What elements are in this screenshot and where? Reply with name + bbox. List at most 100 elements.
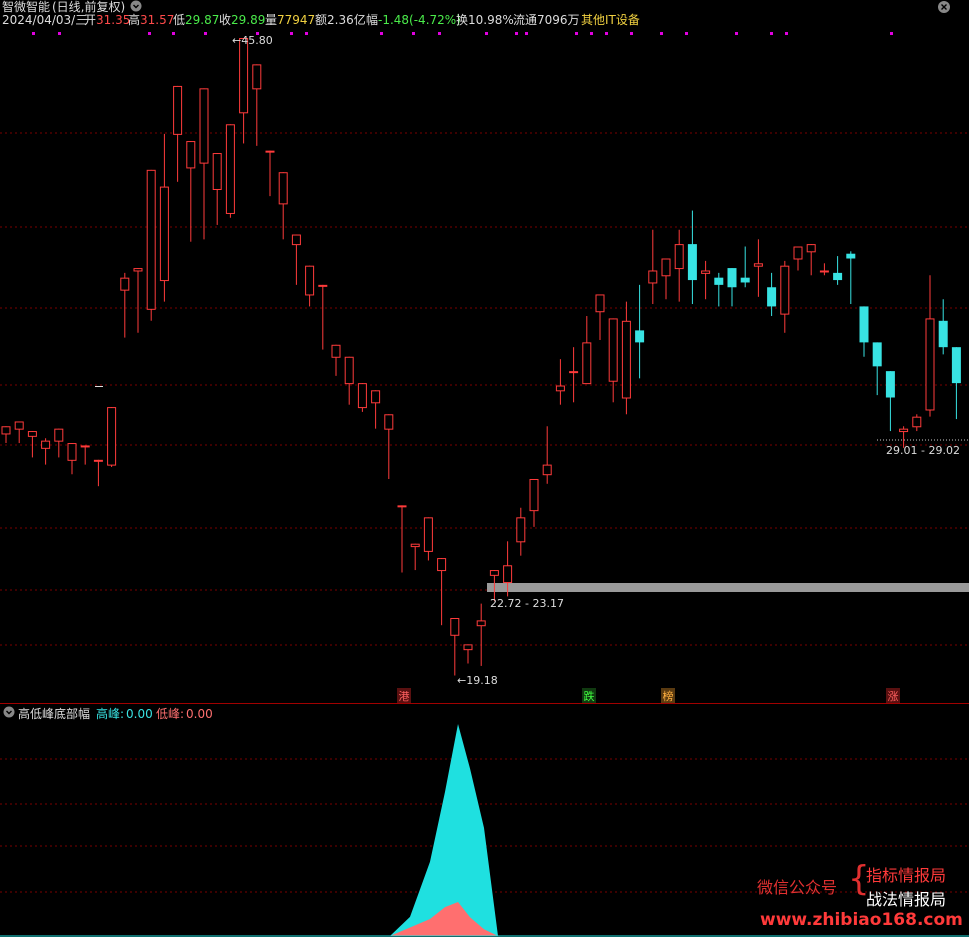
candle-up: [173, 85, 183, 182]
marker-dot: [58, 32, 61, 35]
candle-up: [54, 428, 64, 458]
candle-up: [529, 478, 539, 527]
marker-dot: [412, 32, 415, 35]
candle-up: [1, 426, 11, 444]
candle-body: [780, 265, 790, 315]
candle-body: [41, 440, 51, 449]
candle-body: [331, 344, 341, 358]
candle-body: [912, 416, 922, 428]
candle-down: [859, 306, 869, 357]
candle-down: [727, 268, 737, 307]
candle-body: [516, 517, 526, 543]
marker-dot: [290, 32, 293, 35]
candle-body: [687, 244, 697, 281]
candle-up: [648, 229, 658, 305]
candle-up: [555, 359, 565, 405]
candle-up: [291, 234, 301, 285]
marker-dot: [890, 32, 893, 35]
candle-up: [14, 421, 24, 444]
candle-body: [159, 186, 169, 282]
candle-body: [806, 244, 816, 253]
candle-down: [635, 284, 645, 379]
candle-body: [846, 253, 856, 259]
candle-up: [120, 272, 130, 338]
event-tag-label: 榜: [663, 689, 674, 703]
candle-down: [767, 272, 777, 317]
candle-up: [331, 344, 341, 376]
marker-dot: [525, 32, 528, 35]
candle-body: [107, 407, 117, 466]
marker-dot: [380, 32, 383, 35]
candle-down: [714, 272, 724, 307]
candle-body: [674, 244, 684, 270]
marker-dot: [685, 32, 688, 35]
marker-dot: [660, 32, 663, 35]
candle-up: [318, 284, 328, 350]
candle-up: [397, 505, 407, 573]
candle-body: [93, 459, 103, 462]
candle-body: [740, 277, 750, 283]
candle-body: [476, 620, 486, 627]
candle-up: [780, 260, 790, 333]
right-range-label: 29.01 - 29.02: [886, 444, 960, 457]
marker-dot: [438, 32, 441, 35]
candlestick-chart: ←45.80 ←19.18 22.72 - 23.17 29.01 - 29.02 港 跌…: [0, 32, 969, 704]
candle-body: [318, 284, 328, 287]
candle-body: [397, 505, 407, 508]
candle-body: [225, 124, 235, 214]
marker-dot: [515, 32, 518, 35]
candle-up: [476, 603, 486, 666]
candle-up: [146, 169, 156, 321]
candle-body: [555, 385, 565, 392]
candle-up: [186, 141, 196, 242]
candle-down: [885, 371, 895, 432]
event-tag: 涨: [886, 688, 900, 703]
candle-up: [67, 443, 77, 475]
candle-up: [344, 356, 354, 405]
candle-body: [899, 428, 909, 433]
candle-body: [27, 431, 37, 437]
candle-up: [212, 153, 222, 225]
candle-body: [278, 172, 288, 205]
candle-body: [938, 320, 948, 348]
candle-up: [357, 383, 367, 412]
candle-body: [753, 263, 763, 267]
candle-up: [225, 124, 235, 218]
marker-dot: [575, 32, 578, 35]
low-mark-label: ←19.18: [457, 674, 498, 687]
candle-body: [199, 88, 209, 164]
candle-body: [120, 277, 130, 291]
candle-down: [687, 210, 697, 305]
marker-dot: [605, 32, 608, 35]
candle-up: [265, 150, 275, 197]
watermark-line2: 战法情报局: [866, 890, 947, 909]
candle-body: [727, 268, 737, 288]
high-mark-label: ←45.80: [232, 34, 273, 47]
candle-up: [423, 517, 433, 561]
event-tag: 跌: [582, 688, 596, 703]
marker-dot: [204, 32, 207, 35]
marker-dot: [485, 32, 488, 35]
candle-body: [186, 141, 196, 169]
marker-dot: [32, 32, 35, 35]
candle-up: [608, 318, 618, 403]
candle-up: [371, 390, 381, 429]
candle-body: [582, 342, 592, 385]
candle-body: [463, 644, 473, 651]
candle-body: [595, 294, 605, 313]
candle-up: [793, 246, 803, 271]
candle-body: [529, 478, 539, 512]
candle-down: [833, 256, 843, 285]
candle-body: [54, 428, 64, 442]
candle-up: [621, 301, 631, 415]
event-tag-label: 涨: [888, 690, 899, 703]
candle-body: [67, 443, 77, 461]
candle-down: [740, 246, 750, 288]
candle-body: [951, 347, 961, 384]
candle-body: [357, 383, 367, 409]
candle-body: [239, 38, 249, 114]
candle-up: [410, 543, 420, 571]
candle-up: [595, 294, 605, 340]
candle-body: [305, 265, 315, 296]
marker-dot: [590, 32, 593, 35]
